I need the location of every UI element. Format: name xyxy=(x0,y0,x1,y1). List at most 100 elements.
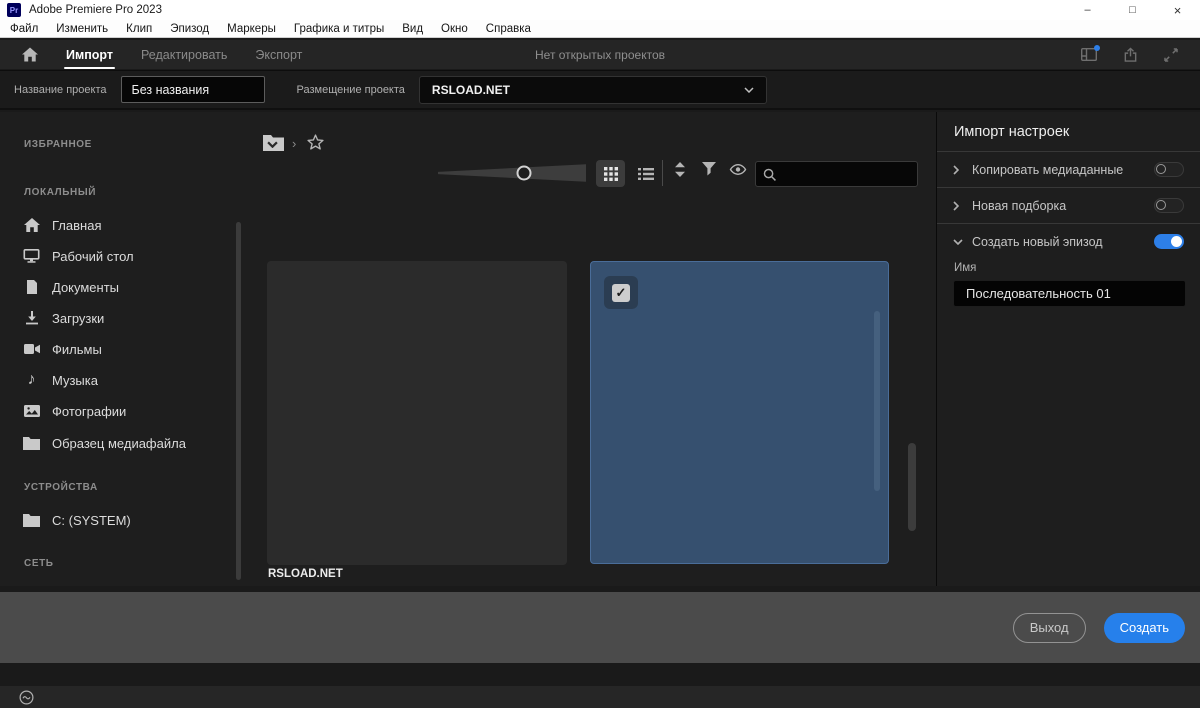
project-location-dropdown[interactable]: RSLOAD.NET xyxy=(419,76,767,104)
creative-cloud-icon[interactable] xyxy=(19,690,34,705)
sidebar-item-photos[interactable]: Фотографии xyxy=(22,396,126,426)
create-button[interactable]: Создать xyxy=(1104,613,1185,643)
sequence-name-label: Имя xyxy=(954,262,976,274)
sidebar-item-sample-media[interactable]: Образец медиафайла xyxy=(22,428,186,458)
favorites-section-header: ИЗБРАННОЕ xyxy=(24,139,92,150)
project-name-label: Название проекта xyxy=(14,84,107,96)
import-settings-title: Импорт настроек xyxy=(937,112,1200,152)
media-browser: › xyxy=(250,112,936,586)
sidebar-item-c-drive[interactable]: C: (SYSTEM) xyxy=(22,505,131,535)
home-icon[interactable] xyxy=(22,47,38,62)
status-bar xyxy=(0,686,1200,708)
local-section-header: ЛОКАЛЬНЫЙ xyxy=(24,187,96,198)
folder-icon xyxy=(22,437,41,450)
tab-import[interactable]: Импорт xyxy=(66,40,113,69)
filter-funnel-icon[interactable] xyxy=(702,162,716,176)
slider-knob[interactable] xyxy=(516,166,531,181)
footer-spacer xyxy=(0,663,1200,686)
list-view-button[interactable] xyxy=(631,160,660,187)
preview-eye-icon[interactable] xyxy=(729,164,747,175)
menu-item-sequence[interactable]: Эпизод xyxy=(170,23,209,35)
sidebar-scrollbar[interactable] xyxy=(236,222,241,580)
chevron-down-icon xyxy=(744,87,754,93)
open-projects-status: Нет открытых проектов xyxy=(535,48,665,62)
sort-order-icon[interactable] xyxy=(674,162,686,177)
tile-folder-label: RSLOAD.NET xyxy=(268,568,343,580)
network-section-header: СЕТЬ xyxy=(24,558,54,569)
sidebar-item-desktop[interactable]: Рабочий стол xyxy=(22,241,134,271)
setting-copy-media[interactable]: Копировать медиаданные xyxy=(937,152,1200,188)
window-title: Adobe Premiere Pro 2023 xyxy=(29,4,162,16)
slider-track xyxy=(438,162,586,184)
workspaces-icon[interactable] xyxy=(1081,48,1097,61)
folder-icon xyxy=(22,514,41,527)
download-icon xyxy=(22,311,41,325)
checkmark-icon: ✓ xyxy=(616,285,627,301)
setting-new-bin[interactable]: Новая подборка xyxy=(937,188,1200,224)
sequence-name-input[interactable] xyxy=(953,280,1186,307)
breadcrumb-separator: › xyxy=(292,136,296,151)
menu-item-clip[interactable]: Клип xyxy=(126,23,152,35)
tile-checkbox-container: ✓ xyxy=(604,276,638,309)
premiere-app-icon: Pr xyxy=(7,3,21,17)
chevron-down-icon xyxy=(953,239,963,245)
devices-section-header: УСТРОЙСТВА xyxy=(24,482,98,493)
video-camera-icon xyxy=(22,344,41,354)
tab-export[interactable]: Экспорт xyxy=(255,40,302,69)
favorite-star-icon[interactable] xyxy=(307,134,324,150)
project-name-input[interactable] xyxy=(121,76,265,103)
sidebar-item-documents[interactable]: Документы xyxy=(22,272,119,302)
fullscreen-expand-icon[interactable] xyxy=(1164,48,1178,62)
sidebar-item-music[interactable]: ♪ Музыка xyxy=(22,365,98,395)
menu-item-markers[interactable]: Маркеры xyxy=(227,23,276,35)
menu-bar: Файл Изменить Клип Эпизод Маркеры График… xyxy=(0,20,1200,38)
toolbar-divider xyxy=(662,160,663,186)
tile-checkbox[interactable]: ✓ xyxy=(612,284,630,302)
new-sequence-toggle[interactable] xyxy=(1154,234,1184,249)
menu-item-help[interactable]: Справка xyxy=(486,23,531,35)
minimize-button[interactable]: – xyxy=(1065,0,1110,20)
menu-item-window[interactable]: Окно xyxy=(441,23,468,35)
sidebar-item-downloads[interactable]: Загрузки xyxy=(22,303,104,333)
workspace-notification-dot xyxy=(1094,45,1100,51)
action-footer: Выход Создать xyxy=(0,592,1200,663)
chevron-down-icon xyxy=(267,141,278,148)
desktop-icon xyxy=(22,249,41,263)
import-workspace: ИЗБРАННОЕ ЛОКАЛЬНЫЙ Главная Рабочий стол… xyxy=(0,112,1200,586)
locations-sidebar: ИЗБРАННОЕ ЛОКАЛЬНЫЙ Главная Рабочий стол… xyxy=(0,112,250,586)
media-tile-unselected[interactable] xyxy=(267,261,567,565)
search-box[interactable] xyxy=(755,161,918,187)
menu-item-view[interactable]: Вид xyxy=(402,23,423,35)
sidebar-item-home[interactable]: Главная xyxy=(22,210,101,240)
setting-new-sequence[interactable]: Создать новый эпизод xyxy=(937,224,1200,259)
project-location-value: RSLOAD.NET xyxy=(432,83,510,97)
tab-edit[interactable]: Редактировать xyxy=(141,40,227,69)
menu-item-graphics[interactable]: Графика и титры xyxy=(294,23,384,35)
import-settings-panel: Импорт настроек Копировать медиаданные Н… xyxy=(936,112,1200,586)
share-export-icon[interactable] xyxy=(1123,47,1138,63)
chevron-right-icon xyxy=(953,201,963,211)
chevron-right-icon xyxy=(953,165,963,175)
music-note-icon: ♪ xyxy=(22,373,41,387)
content-scrollbar[interactable] xyxy=(908,443,916,531)
menu-item-edit[interactable]: Изменить xyxy=(56,23,108,35)
close-button[interactable]: × xyxy=(1155,0,1200,20)
sidebar-item-movies[interactable]: Фильмы xyxy=(22,334,102,364)
search-input[interactable] xyxy=(782,167,910,181)
new-bin-toggle[interactable] xyxy=(1154,198,1184,213)
project-settings-row: Название проекта Размещение проекта RSLO… xyxy=(0,70,1200,110)
photo-icon xyxy=(22,405,41,417)
thumbnail-size-slider[interactable] xyxy=(438,162,586,184)
menu-item-file[interactable]: Файл xyxy=(10,23,38,35)
window-titlebar: Pr Adobe Premiere Pro 2023 – □ × xyxy=(0,0,1200,20)
project-location-label: Размещение проекта xyxy=(297,84,405,96)
header-tab-bar: Импорт Редактировать Экспорт Нет открыты… xyxy=(0,40,1200,69)
grid-view-button[interactable] xyxy=(596,160,625,187)
document-icon xyxy=(22,280,41,294)
maximize-button[interactable]: □ xyxy=(1110,0,1155,20)
breadcrumb-folder-dropdown[interactable] xyxy=(262,134,285,152)
copy-media-toggle[interactable] xyxy=(1154,162,1184,177)
exit-button[interactable]: Выход xyxy=(1013,613,1086,643)
media-tile-selected[interactable]: ✓ xyxy=(590,261,889,564)
home-icon xyxy=(22,218,41,232)
